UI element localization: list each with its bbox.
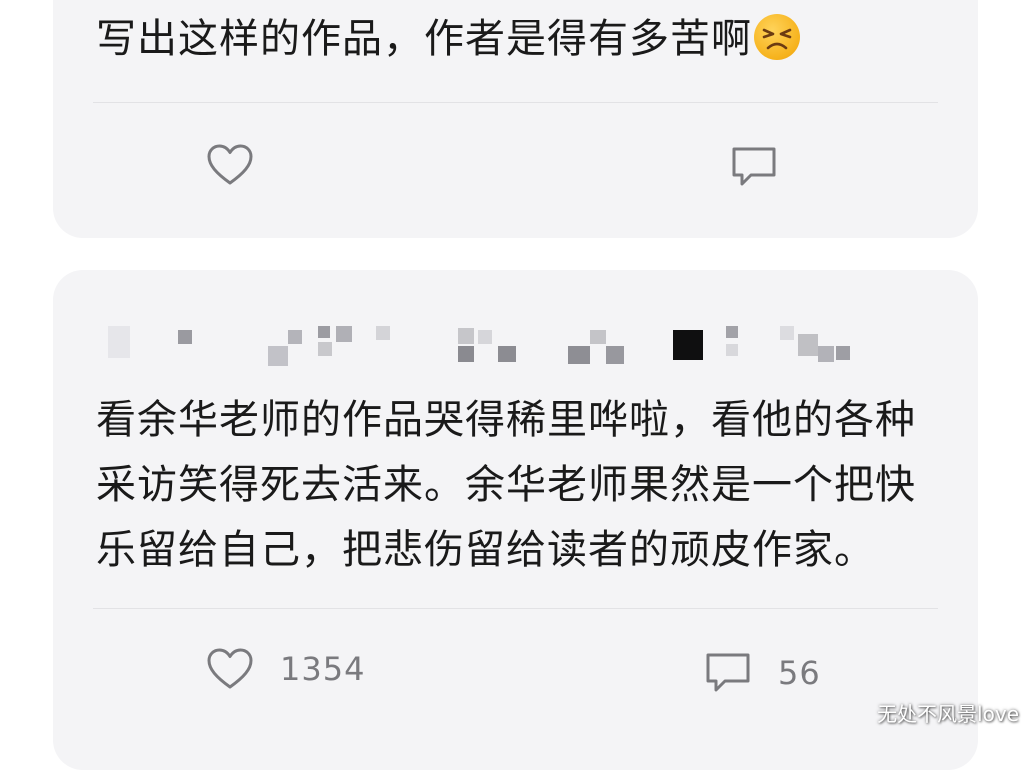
speech-bubble-icon <box>730 145 778 189</box>
comment-count: 56 <box>778 654 821 692</box>
speech-bubble-icon <box>704 651 752 695</box>
watermark: 无处不风景love <box>877 702 1019 726</box>
heart-outline-icon <box>206 143 254 187</box>
blurred-username <box>108 322 868 372</box>
like-button[interactable] <box>206 143 280 187</box>
persevering-face-emoji <box>754 14 800 60</box>
like-count: 1354 <box>280 650 366 688</box>
comment-card: 看余华老师的作品哭得稀里哗啦，看他的各种采访笑得死去活来。余华老师果然是一个把快… <box>53 270 978 770</box>
comment-text: 写出这样的作品，作者是得有多苦啊 <box>96 7 942 72</box>
divider <box>93 608 938 609</box>
reply-button[interactable] <box>730 145 804 189</box>
like-button[interactable]: 1354 <box>206 647 365 691</box>
reply-button[interactable]: 56 <box>704 651 821 695</box>
comment-text: 看余华老师的作品哭得稀里哗啦，看他的各种采访笑得死去活来。余华老师果然是一个把快… <box>96 397 916 573</box>
heart-outline-icon <box>206 647 254 691</box>
comment-card: 写出这样的作品，作者是得有多苦啊 <box>53 0 978 238</box>
divider <box>93 102 938 103</box>
